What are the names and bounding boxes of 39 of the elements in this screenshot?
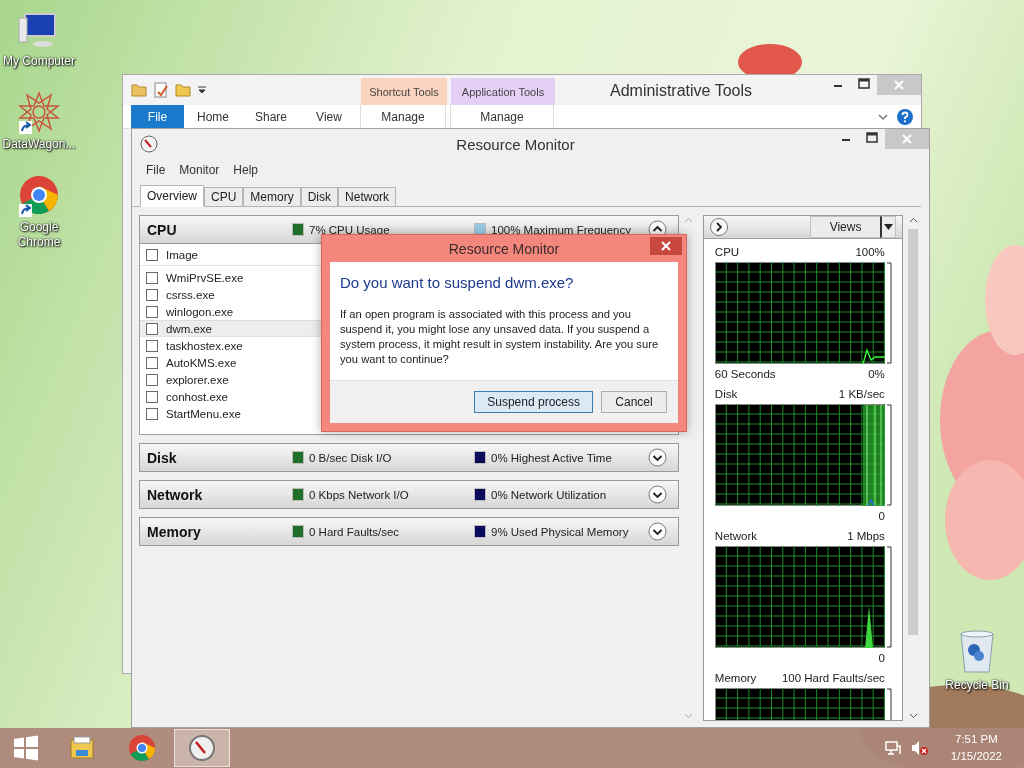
indicator-text: 0 Kbps Network I/O bbox=[309, 488, 409, 501]
graph-scale: 100 Hard Faults/sec bbox=[781, 672, 885, 684]
window-title: Administrative Tools bbox=[609, 81, 753, 101]
process-name: explorer.exe bbox=[166, 373, 229, 386]
graph-title: CPU bbox=[714, 246, 740, 258]
graph-scale: 0 bbox=[878, 510, 885, 522]
indicator-text: 9% Used Physical Memory bbox=[491, 525, 629, 538]
indicator-text: 7% CPU Usage bbox=[309, 223, 390, 236]
context-group-label: Shortcut Tools bbox=[361, 78, 447, 105]
process-name: taskhostex.exe bbox=[166, 339, 243, 352]
graph-scale: 100% bbox=[855, 246, 885, 258]
window-title: Resource Monitor bbox=[455, 135, 576, 153]
dialog-message: If an open program is associated with this process and you suspend it, you might lose any unsaved data. If you suspend a system process, it might result in system instability. Are you sure you want to continue? bbox=[340, 307, 660, 367]
process-name: conhost.exe bbox=[166, 390, 228, 403]
process-name: csrss.exe bbox=[166, 288, 215, 301]
indicator-text: 0 Hard Faults/sec bbox=[309, 525, 400, 538]
graph-scale: 0% bbox=[868, 368, 885, 380]
context-group-label: Application Tools bbox=[451, 78, 555, 105]
graph-title: Disk bbox=[714, 388, 738, 400]
indicator-text: 0 B/sec Disk I/O bbox=[309, 451, 392, 464]
graph-time-span: 60 Seconds bbox=[714, 368, 776, 380]
graph-scale: 0 bbox=[878, 652, 885, 664]
dialog-heading: Do you want to suspend dwm.exe? bbox=[340, 274, 575, 291]
process-name: dwm.exe bbox=[166, 322, 213, 335]
section-title: Network bbox=[147, 486, 204, 503]
indicator-text: 0% Highest Active Time bbox=[491, 451, 612, 464]
process-name: WmiPrvSE.exe bbox=[166, 271, 244, 284]
graph-title: Network bbox=[714, 530, 758, 542]
process-name: AutoKMS.exe bbox=[166, 356, 237, 369]
process-name: StartMenu.exe bbox=[166, 407, 241, 420]
indicator-text: 0% Network Utilization bbox=[491, 488, 607, 501]
process-name: winlogon.exe bbox=[166, 305, 234, 318]
indicator-text: 100% Maximum Frequency bbox=[491, 223, 631, 236]
section-title: CPU bbox=[147, 221, 178, 238]
section-title: Disk bbox=[147, 449, 178, 466]
graph-title: Memory bbox=[714, 672, 757, 684]
section-title: Memory bbox=[147, 523, 202, 540]
graph-scale: 1 KB/sec bbox=[838, 388, 885, 400]
graph-scale: 1 Mbps bbox=[847, 530, 885, 542]
